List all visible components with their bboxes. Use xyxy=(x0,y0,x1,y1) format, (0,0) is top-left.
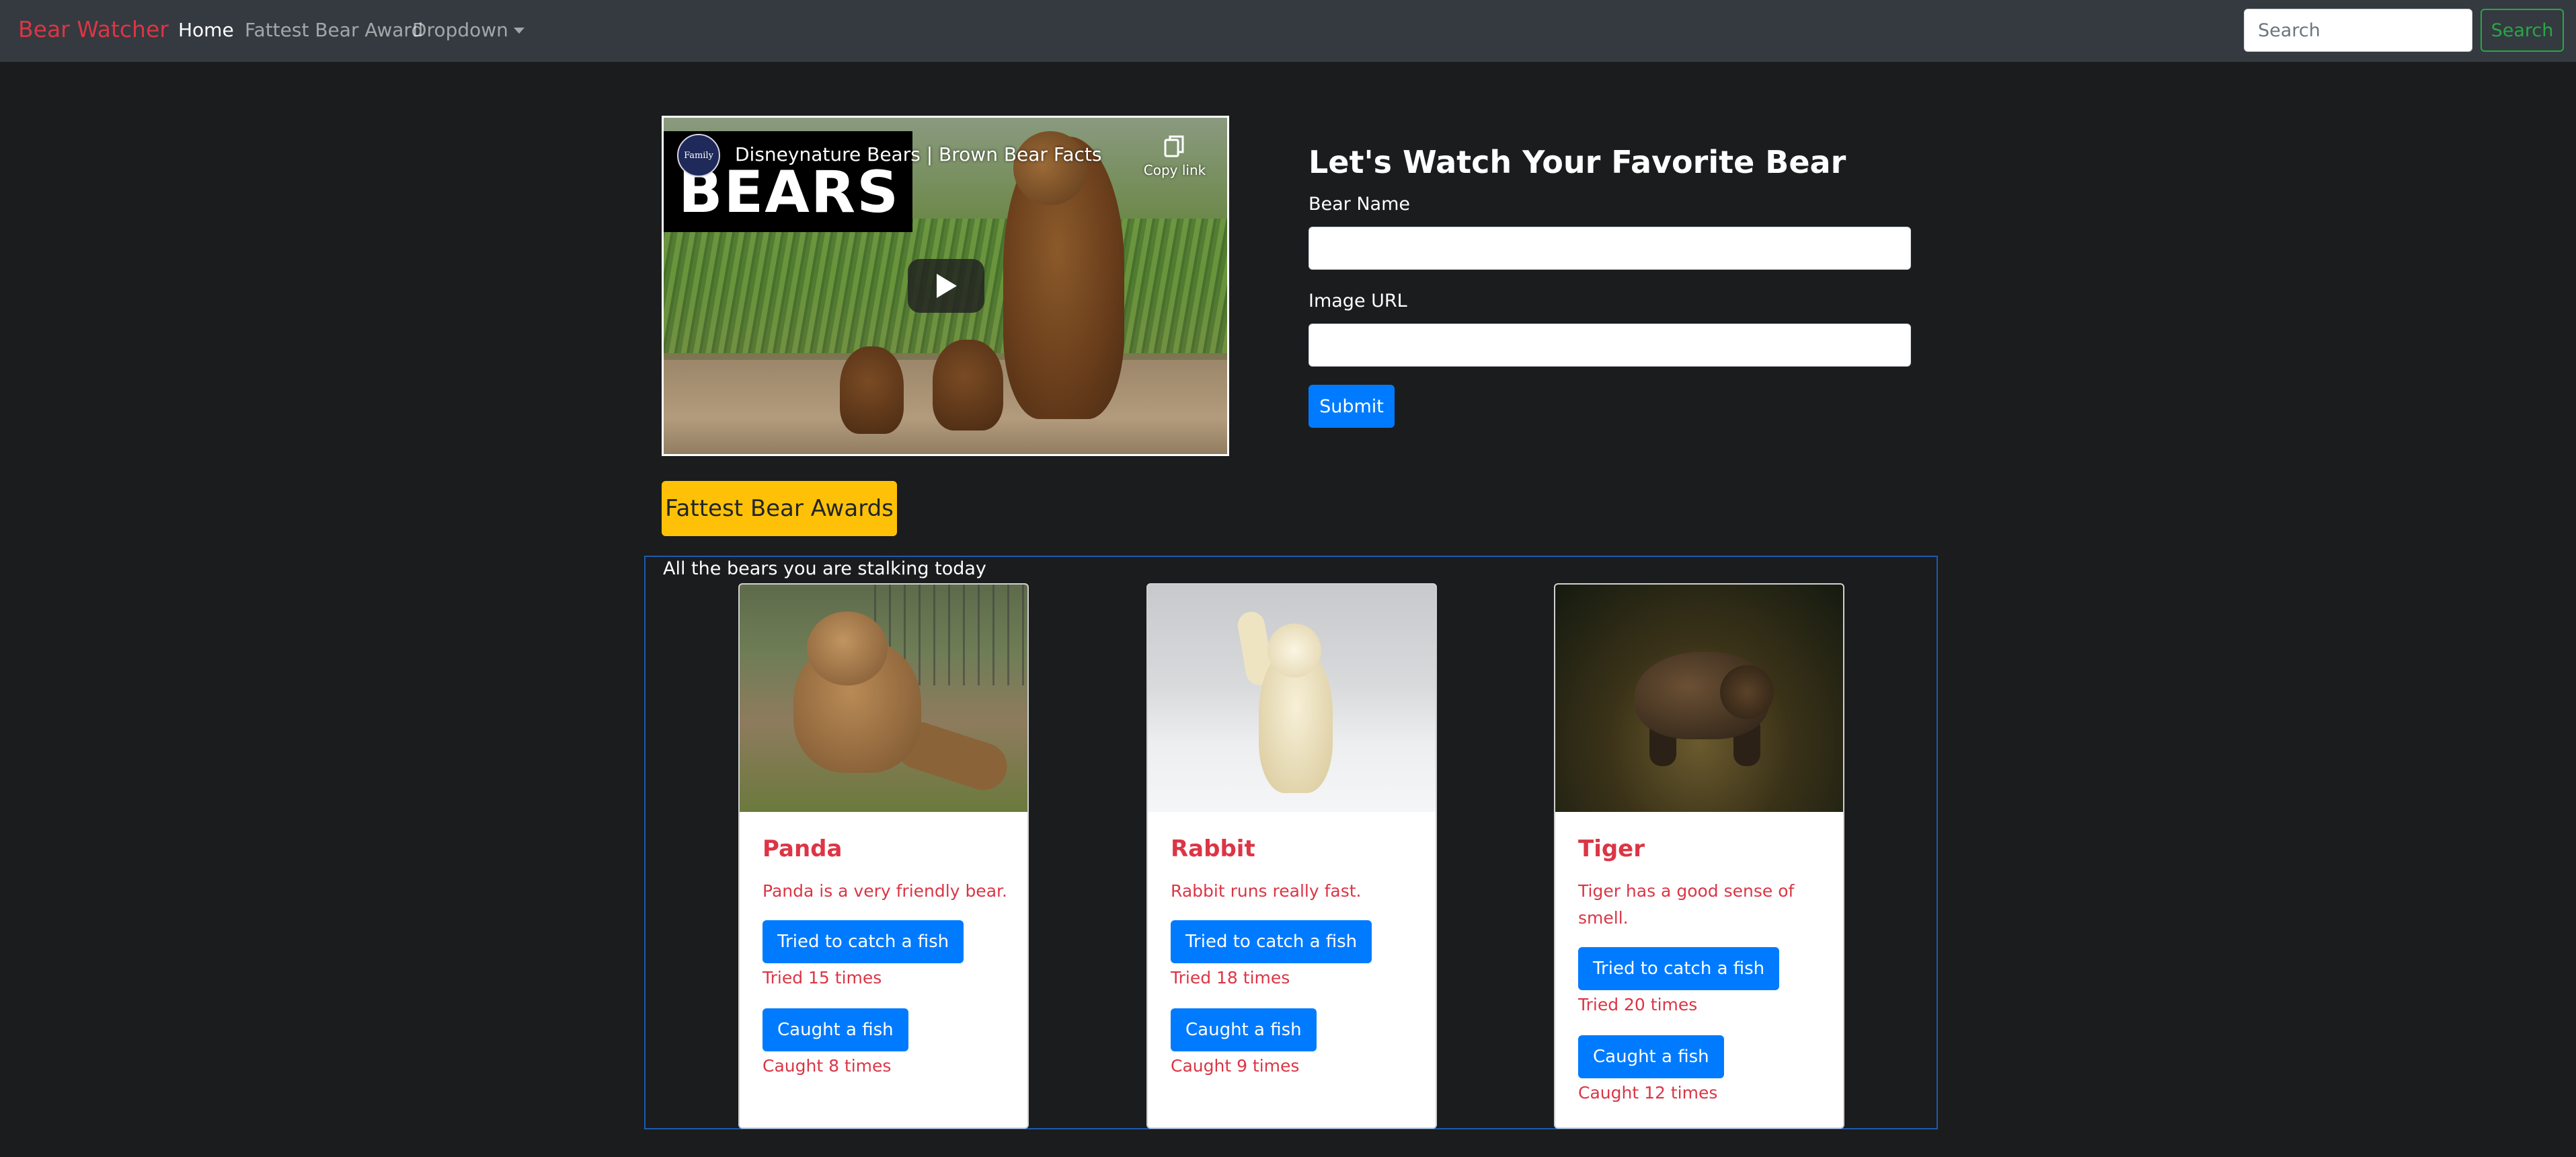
bears-section-caption: All the bears you are stalking today xyxy=(663,558,986,579)
copy-icon xyxy=(1164,135,1184,157)
tried-count: Tried 15 times xyxy=(763,968,882,987)
tried-count: Tried 18 times xyxy=(1171,968,1290,987)
bear-name: Panda xyxy=(763,835,843,862)
navbar: Bear Watcher Home Fattest Bear Award Dro… xyxy=(0,0,2576,62)
nav-fattest-bear-award[interactable]: Fattest Bear Award xyxy=(245,19,423,41)
play-icon xyxy=(937,274,957,298)
image-url-label: Image URL xyxy=(1309,291,1407,311)
tried-to-catch-fish-button[interactable]: Tried to catch a fish xyxy=(1171,920,1372,963)
copy-link-button[interactable]: Copy link xyxy=(1138,134,1212,178)
bear-card: Panda Panda is a very friendly bear. Tri… xyxy=(738,583,1029,1129)
bear-name-label: Bear Name xyxy=(1309,194,1411,215)
caught-fish-button[interactable]: Caught a fish xyxy=(1171,1008,1317,1051)
bear-description: Tiger has a good sense of smell. xyxy=(1578,881,1795,928)
caught-fish-button[interactable]: Caught a fish xyxy=(763,1008,908,1051)
video-bear-cub xyxy=(840,346,904,434)
copy-link-label: Copy link xyxy=(1143,162,1206,178)
video-bear-mother-head xyxy=(1013,131,1087,205)
video-title[interactable]: Disneynature Bears | Brown Bear Facts xyxy=(735,143,1102,165)
bear-description: Panda is a very friendly bear. xyxy=(763,881,1007,901)
tried-to-catch-fish-button[interactable]: Tried to catch a fish xyxy=(763,920,964,963)
bear-name: Tiger xyxy=(1578,835,1645,862)
search-input[interactable] xyxy=(2244,9,2472,52)
bear-head xyxy=(807,611,888,685)
nav-home[interactable]: Home xyxy=(178,19,234,41)
brand-link[interactable]: Bear Watcher xyxy=(18,16,169,42)
nav-dropdown-label: Dropdown xyxy=(412,19,508,41)
caught-count: Caught 9 times xyxy=(1171,1056,1300,1076)
bear-description: Rabbit runs really fast. xyxy=(1171,881,1362,901)
form-title: Let's Watch Your Favorite Bear xyxy=(1309,144,1846,180)
fattest-bear-awards-button[interactable]: Fattest Bear Awards xyxy=(662,481,897,536)
caught-fish-button[interactable]: Caught a fish xyxy=(1578,1035,1724,1078)
caught-count: Caught 12 times xyxy=(1578,1083,1718,1103)
caught-count: Caught 8 times xyxy=(763,1056,892,1076)
bear-head xyxy=(1267,624,1321,677)
video-player[interactable]: BEARS Family Disneynature Bears | Brown … xyxy=(662,116,1229,456)
bear-head xyxy=(1720,665,1774,719)
image-url-input[interactable] xyxy=(1309,324,1911,367)
bear-card: Rabbit Rabbit runs really fast. Tried to… xyxy=(1146,583,1437,1129)
search-button[interactable]: Search xyxy=(2481,9,2564,52)
bear-image xyxy=(1555,585,1843,812)
bear-card: Tiger Tiger has a good sense of smell. T… xyxy=(1554,583,1844,1129)
bear-image xyxy=(740,585,1027,812)
tried-count: Tried 20 times xyxy=(1578,995,1698,1014)
tried-to-catch-fish-button[interactable]: Tried to catch a fish xyxy=(1578,947,1780,990)
play-button[interactable] xyxy=(908,259,984,313)
bear-image xyxy=(1148,585,1436,812)
video-bear-cub xyxy=(933,340,1003,431)
channel-avatar[interactable]: Family xyxy=(677,134,720,177)
channel-avatar-label: Family xyxy=(684,150,713,161)
nav-dropdown[interactable]: Dropdown xyxy=(412,19,524,41)
caret-down-icon xyxy=(513,28,524,34)
bear-name-input[interactable] xyxy=(1309,227,1911,270)
submit-button[interactable]: Submit xyxy=(1309,385,1395,428)
bear-name: Rabbit xyxy=(1171,835,1255,862)
